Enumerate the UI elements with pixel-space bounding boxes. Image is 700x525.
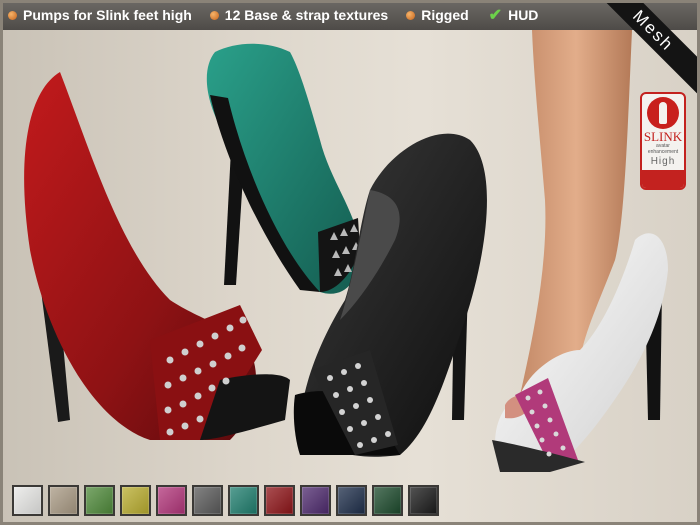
slink-emblem-icon (647, 97, 679, 129)
badge-brand: SLINK (643, 129, 683, 144)
swatch-grey (192, 485, 223, 516)
shoe-illustrations (24, 30, 668, 472)
swatch-white (12, 485, 43, 516)
badge-tagline: avatar enhancement (647, 143, 679, 155)
badge-footer (642, 170, 684, 188)
swatch-navy (336, 485, 367, 516)
swatch-red (264, 485, 295, 516)
swatch-green (84, 485, 115, 516)
swatch-yellow (120, 485, 151, 516)
swatch-beige (48, 485, 79, 516)
badge-variant: High (650, 156, 676, 167)
swatch-teal (228, 485, 259, 516)
swatch-magenta (156, 485, 187, 516)
product-ad: Pumps for Slink feet high 12 Base & stra… (0, 0, 700, 525)
swatch-purple (300, 485, 331, 516)
slink-logo: SLINK avatar enhancement High (640, 92, 686, 190)
teal-pump (206, 43, 361, 294)
swatch-black (408, 485, 439, 516)
swatch-dark-green (372, 485, 403, 516)
color-swatches (12, 485, 439, 516)
